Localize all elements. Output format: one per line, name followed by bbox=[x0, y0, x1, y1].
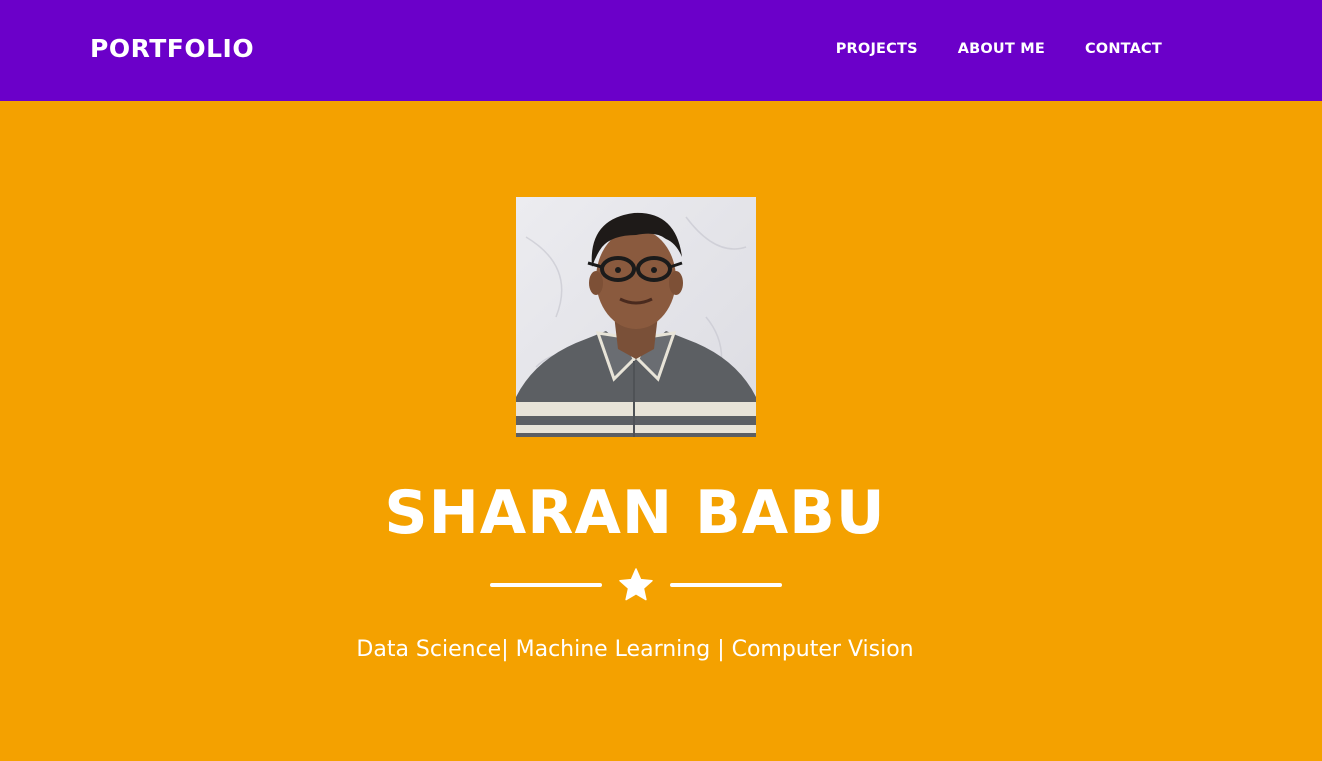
nav-link-about-me[interactable]: ABOUT ME bbox=[958, 41, 1045, 57]
nav-link-projects[interactable]: PROJECTS bbox=[836, 41, 918, 57]
masthead-heading: SHARAN BABU bbox=[384, 478, 886, 548]
nav-item-projects: PROJECTS bbox=[836, 38, 918, 59]
nav-item-about-me: ABOUT ME bbox=[958, 38, 1045, 59]
star-icon bbox=[619, 568, 653, 601]
brand-link[interactable]: PORTFOLIO bbox=[90, 33, 254, 65]
divider bbox=[490, 567, 782, 603]
divider-line-left bbox=[490, 583, 602, 587]
nav-item-contact: CONTACT bbox=[1085, 38, 1162, 59]
divider-line-right bbox=[670, 583, 782, 587]
masthead-subheading: Data Science| Machine Learning | Compute… bbox=[356, 637, 914, 662]
avatar-illustration bbox=[516, 197, 756, 437]
nav-link-contact[interactable]: CONTACT bbox=[1085, 41, 1162, 57]
avatar bbox=[516, 197, 756, 437]
navbar: PORTFOLIO PROJECTS ABOUT ME CONTACT bbox=[0, 0, 1322, 101]
masthead: SHARAN BABU Data Science| Machine Learni… bbox=[0, 101, 1322, 761]
nav-links: PROJECTS ABOUT ME CONTACT bbox=[836, 38, 1162, 59]
